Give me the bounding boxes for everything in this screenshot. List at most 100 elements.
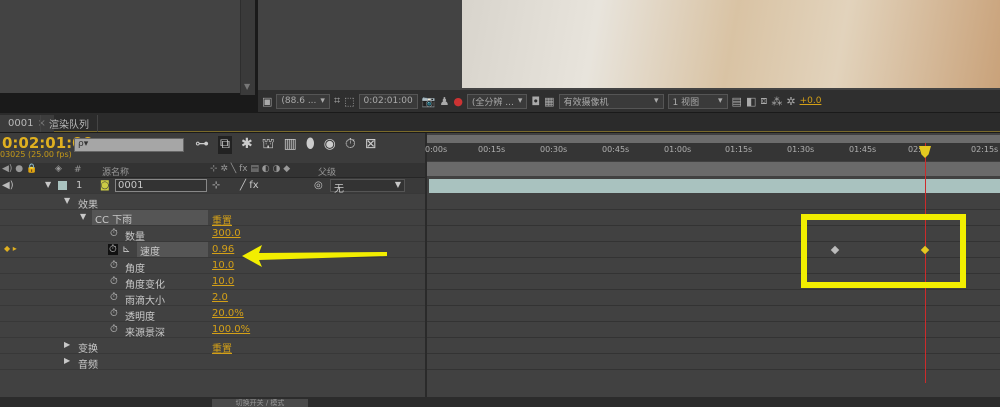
ruler-tick: 00:30s [540,145,568,154]
column-number: # [74,165,82,175]
work-area-bar[interactable] [427,135,1000,143]
viewer-timecode[interactable]: 0:02:01:00 [358,93,418,109]
pixel-aspect-icon[interactable]: ▤ [732,95,742,108]
fast-preview-icon[interactable]: ◧ [746,95,756,108]
stopwatch-icon[interactable]: ⏱ [110,260,118,271]
property-row[interactable]: ⏱ 雨滴大小 2.0 [0,290,425,307]
property-value[interactable]: 100.0% [212,324,250,335]
twirl-down-icon[interactable]: ▼ [80,212,86,221]
timeline-toolbar: ⊶ ⧉ ✱ ⛫ ▥ ⬮ ◉ ⏱ ⊠ [195,136,377,154]
scroll-down-icon[interactable]: ▼ [244,82,250,91]
channel-icon[interactable]: ● [453,95,463,108]
ruler-tick: 02:15s [971,145,999,154]
group-label: 变换 [78,344,98,355]
property-name: 雨滴大小 [125,296,165,307]
property-row[interactable]: ⏱ 透明度 20.0% [0,306,425,323]
property-name: 来源景深 [125,328,165,339]
camera-snapshot-icon[interactable]: 📷 [422,95,436,108]
label-color[interactable] [58,181,67,190]
resolution-dropdown[interactable]: (全分辨 ... ▾ [466,93,528,109]
ruler-tick: 00:45s [602,145,630,154]
draft-3d-icon[interactable]: ⧉ [218,136,232,154]
auto-keyframe-icon[interactable]: ◉ [324,136,336,154]
switches-icons: ⊹ ✲ ╲ fx ▤ ◐ ◑ ◆ [210,164,291,174]
layer-duration-bar[interactable] [429,179,1000,193]
column-source-name[interactable]: 源名称 [102,165,129,178]
transparency-grid-icon[interactable]: ▦ [544,95,554,108]
track-divider [427,337,1000,338]
comp-mini-flowchart-icon[interactable]: ⊶ [195,136,209,154]
search-input[interactable]: ρ▾ [74,138,184,152]
camera-dropdown[interactable]: 有效摄像机 ▾ [558,93,664,109]
audio-group[interactable]: ▶ 音频 [0,354,425,371]
always-preview-icon[interactable]: ▣ [262,95,272,108]
effects-group[interactable]: ▼ 效果 [0,194,425,211]
stopwatch-icon[interactable]: ⏱ [110,292,118,303]
quality-switch-icon[interactable]: ╱ fx [240,180,259,191]
transform-group[interactable]: ▶ 变换 重置 [0,338,425,355]
exposure-value[interactable]: +0.0 [800,96,822,106]
mask-icon[interactable]: ⬚ [344,95,354,108]
motion-blur-icon[interactable]: ▥ [284,136,297,154]
label-icon: ◈ [55,164,62,174]
footage-icon: ◙ [100,180,110,191]
spiral-icon[interactable]: ◎ [314,180,323,191]
reset-link[interactable]: 重置 [212,212,232,227]
effect-row[interactable]: ▼ CC 下雨 重置 [0,210,425,227]
zoom-dropdown[interactable]: (88.6 ... ▾ [276,93,330,109]
layer-name[interactable]: 0001 [115,179,207,192]
reset-link[interactable]: 重置 [212,340,232,355]
twirl-down-icon[interactable]: ▼ [45,180,51,189]
property-value[interactable]: 0.96 [212,244,234,255]
property-row[interactable]: ⏱ 角度变化 10.0 [0,274,425,291]
property-name: 数量 [125,232,145,243]
graph-editor-icon[interactable]: ⊠ [365,136,377,154]
shy-switch-icon[interactable]: ⊹ [212,180,220,191]
stopwatch-icon[interactable]: ⏱ [110,308,118,319]
twirl-down-icon[interactable]: ▼ [64,196,70,205]
graph-editor-stopwatch-icon[interactable]: ⏱ [345,136,356,154]
twirl-right-icon[interactable]: ▶ [64,356,70,365]
keyframe-navigator-icon[interactable]: ◆ ▸ [4,244,17,253]
graph-icon[interactable]: ⊾ [122,244,130,255]
stopwatch-icon[interactable]: ⏱ [110,324,118,335]
views-dropdown[interactable]: 1 视图 ▾ [667,93,728,109]
property-row[interactable]: ⏱ 来源景深 100.0% [0,322,425,339]
time-ruler[interactable]: 0:00s 00:15s 00:30s 00:45s 01:00s 01:15s… [425,143,1000,161]
scrollbar[interactable]: ▼ [240,0,255,95]
time-navigator[interactable] [427,162,1000,176]
property-value[interactable]: 300.0 [212,228,241,239]
frame-blending-icon[interactable]: ⛫ [262,136,275,154]
effect-name: CC 下雨 [92,210,208,226]
property-value[interactable]: 10.0 [212,276,234,287]
annotation-highlight-box [801,214,966,288]
property-value[interactable]: 10.0 [212,260,234,271]
property-row[interactable]: ⏱ 数量 300.0 [0,226,425,243]
timeline-icon[interactable]: ⧈ [760,94,767,108]
property-name: 角度变化 [125,280,165,291]
layer-row[interactable]: ◀) ▼ 1 ◙ 0001 ⊹ ╱ fx ◎ 无 ▼ [0,178,425,195]
stopwatch-icon[interactable]: ⏱ [110,276,118,287]
track-divider [427,209,1000,210]
viewer-toolbar: ▣ (88.6 ... ▾ ⌗ ⬚ 0:02:01:00 📷 ♟ ● (全分辨 .… [258,90,1000,112]
parent-dropdown[interactable]: 无 ▼ [330,179,405,195]
stopwatch-active-icon[interactable]: ⏱ [108,244,118,255]
property-value[interactable]: 2.0 [212,292,228,303]
audio-icon[interactable]: ◀) [2,180,14,191]
flowchart-icon[interactable]: ⁂ [771,95,782,108]
exposure-icon[interactable]: ✲ [786,95,795,108]
brainstorm-icon[interactable]: ⬮ [306,136,315,154]
property-value[interactable]: 20.0% [212,308,244,319]
grid-icon[interactable]: ⌗ [334,94,340,108]
group-label: 音频 [78,360,98,371]
track-divider [427,305,1000,306]
region-icon[interactable]: ◘ [531,95,540,108]
twirl-right-icon[interactable]: ▶ [64,340,70,349]
show-snapshot-icon[interactable]: ♟ [439,95,449,108]
toggle-switches-modes-button[interactable]: 切换开关 / 模式 [212,399,308,407]
shy-icon[interactable]: ✱ [241,136,253,154]
tab-render-queue[interactable]: 渲染队列 [40,115,98,132]
property-name: 速度 [137,242,208,258]
stopwatch-icon[interactable]: ⏱ [110,228,118,239]
ruler-tick: 01:45s [849,145,877,154]
